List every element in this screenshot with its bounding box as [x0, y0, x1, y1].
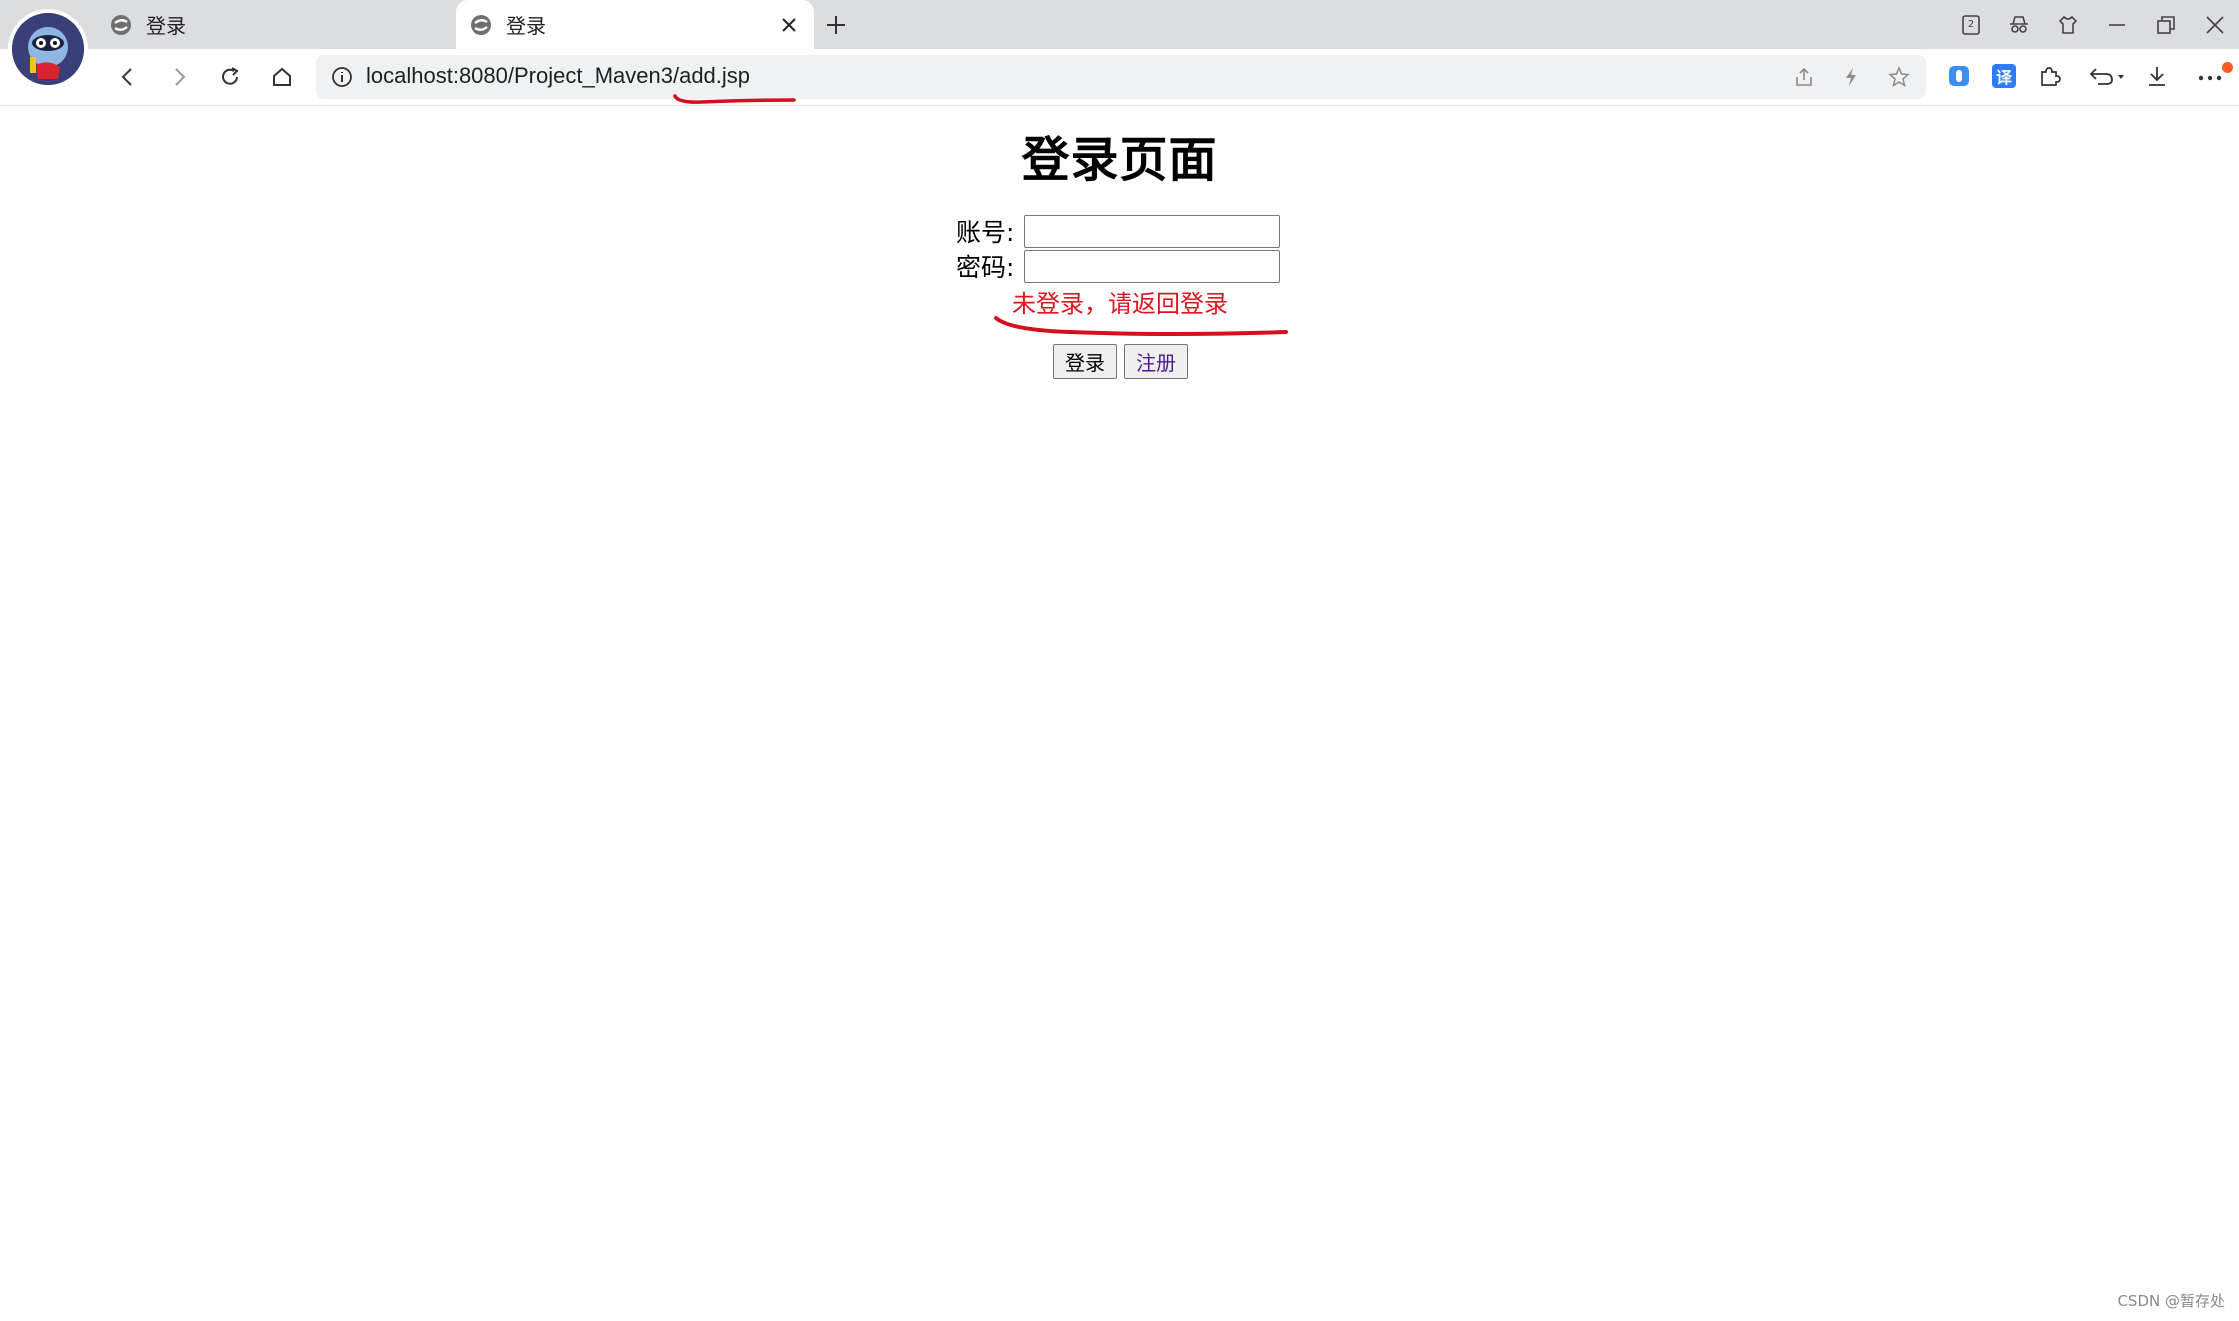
error-message: 未登录，请返回登录: [1012, 290, 1228, 318]
extensions-puzzle-icon[interactable]: [2034, 61, 2064, 91]
page-favicon-icon: [111, 14, 131, 35]
login-button[interactable]: 登录: [1053, 344, 1117, 379]
tab-title: 登录: [506, 14, 546, 38]
page-title: 登录页面: [1021, 132, 1218, 188]
minimize-icon[interactable]: [2103, 11, 2131, 39]
notification-dot: [2222, 62, 2233, 73]
home-icon[interactable]: [266, 61, 298, 93]
new-tab-icon[interactable]: [822, 11, 850, 39]
close-window-icon[interactable]: [2201, 11, 2229, 39]
skin-icon[interactable]: [2054, 11, 2082, 39]
flash-icon[interactable]: [1839, 65, 1863, 89]
tab-login-1[interactable]: 登录: [96, 0, 454, 49]
close-tab-icon[interactable]: [776, 12, 802, 38]
password-input[interactable]: [1024, 249, 1281, 283]
tab-title: 登录: [146, 14, 186, 38]
page-favicon-icon: [471, 14, 491, 35]
extension-blue-icon[interactable]: [1944, 61, 1974, 91]
reload-icon[interactable]: [214, 61, 246, 93]
site-info-icon[interactable]: [330, 65, 354, 89]
share-icon[interactable]: [1792, 65, 1816, 89]
tab-login-2[interactable]: 登录: [456, 0, 814, 49]
tab-count-icon[interactable]: 2: [1957, 11, 1985, 39]
more-menu-icon[interactable]: [2195, 61, 2225, 91]
incognito-icon[interactable]: [2005, 11, 2033, 39]
password-row: 密码:: [956, 248, 1281, 284]
forward-icon[interactable]: [163, 61, 195, 93]
register-button[interactable]: 注册: [1124, 344, 1188, 379]
back-icon[interactable]: [112, 61, 144, 93]
profile-avatar[interactable]: [12, 13, 84, 85]
password-label: 密码:: [956, 253, 1015, 282]
address-url[interactable]: localhost:8080/Project_Maven3/add.jsp: [366, 63, 750, 89]
browser-toolbar: localhost:8080/Project_Maven3/add.jsp: [0, 49, 2239, 106]
tab-strip: 登录 登录 2: [0, 0, 2239, 49]
account-row: 账号:: [956, 213, 1281, 249]
bookmark-star-icon[interactable]: [1887, 65, 1911, 89]
download-icon[interactable]: [2142, 61, 2172, 91]
watermark: CSDN @暂存处: [2117, 1292, 2225, 1310]
address-bar[interactable]: localhost:8080/Project_Maven3/add.jsp: [316, 55, 1926, 99]
restore-icon[interactable]: [2152, 11, 2180, 39]
translate-label: 译: [1992, 64, 2016, 88]
tab-count-badge: 2: [1967, 19, 1975, 30]
account-input[interactable]: [1024, 214, 1281, 248]
undo-close-tab-icon[interactable]: [2083, 61, 2129, 91]
translate-icon[interactable]: 译: [1989, 61, 2019, 91]
account-label: 账号:: [956, 218, 1015, 247]
